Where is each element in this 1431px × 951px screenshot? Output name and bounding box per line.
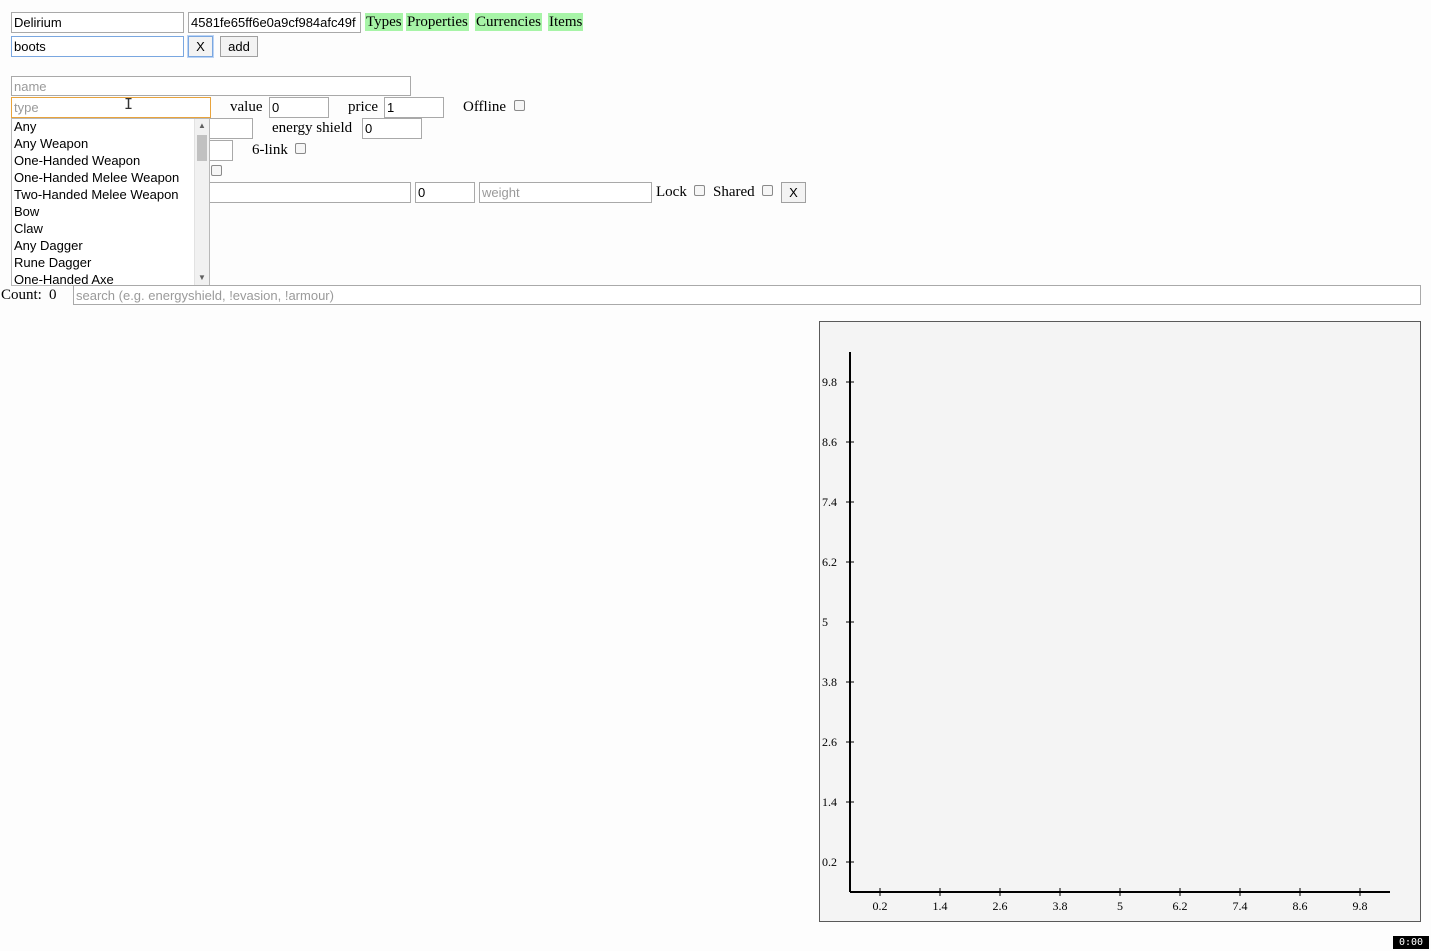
x-tick-label: 1.4 <box>933 899 948 913</box>
type-option[interactable]: One-Handed Melee Weapon <box>12 170 209 187</box>
remove-modifier-button[interactable]: X <box>781 182 806 203</box>
type-option[interactable]: Two-Handed Melee Weapon <box>12 187 209 204</box>
nav-properties-link[interactable]: Properties <box>406 13 469 31</box>
offline-checkbox[interactable] <box>514 100 525 111</box>
chart-svg: 0.2 1.4 2.6 3.8 5 6.2 7.4 8.6 9.8 0.2 1.4 2.6 3.8 5 6.… <box>822 352 1390 913</box>
x-tick-label: 9.8 <box>1353 899 1368 913</box>
type-option[interactable]: Bow <box>12 204 209 221</box>
y-tick-label: 8.6 <box>822 435 837 449</box>
nav-currencies-link[interactable]: Currencies <box>475 13 542 31</box>
weight-input[interactable] <box>479 182 652 203</box>
lock-label: Lock <box>656 184 687 200</box>
type-option[interactable]: One-Handed Axe <box>12 272 209 285</box>
profile-input[interactable] <box>11 36 184 57</box>
y-tick-label: 7.4 <box>822 495 837 509</box>
value-input[interactable] <box>269 97 329 118</box>
type-option[interactable]: Claw <box>12 221 209 238</box>
x-tick-label: 6.2 <box>1173 899 1188 913</box>
add-profile-button[interactable]: add <box>220 36 258 57</box>
scatter-chart: 0.2 1.4 2.6 3.8 5 6.2 7.4 8.6 9.8 0.2 1.4 2.6 3.8 5 6.… <box>819 321 1421 922</box>
y-tick-label: 3.8 <box>822 675 837 689</box>
energy-shield-label: energy shield <box>272 120 353 136</box>
x-tick-label: 2.6 <box>993 899 1008 913</box>
x-tick-label: 0.2 <box>873 899 888 913</box>
count-value: 0 <box>49 287 57 303</box>
y-tick-label: 1.4 <box>822 795 837 809</box>
session-id-input[interactable] <box>188 12 361 33</box>
nav-items-link[interactable]: Items <box>548 13 584 31</box>
price-label: price <box>348 99 378 115</box>
type-option[interactable]: Any Weapon <box>12 136 209 153</box>
hidden-option-checkbox[interactable] <box>211 165 222 176</box>
type-option[interactable]: Any <box>12 119 209 136</box>
league-input[interactable] <box>11 12 184 33</box>
lock-checkbox[interactable] <box>694 185 705 196</box>
y-tick-label: 6.2 <box>822 555 837 569</box>
x-tick-label: 5 <box>1117 899 1123 913</box>
x-tick-label: 3.8 <box>1053 899 1068 913</box>
type-dropdown-list[interactable]: Any Any Weapon One-Handed Weapon One-Han… <box>11 118 210 286</box>
type-input[interactable] <box>11 97 211 118</box>
name-input[interactable] <box>11 76 411 96</box>
modifier-value-input[interactable] <box>415 182 475 203</box>
modifier-input[interactable] <box>190 182 411 203</box>
energy-shield-input[interactable] <box>362 118 422 139</box>
shared-checkbox[interactable] <box>762 185 773 196</box>
count-label: Count: <box>1 287 42 303</box>
nav-types-link[interactable]: Types <box>365 13 403 31</box>
y-tick-label: 0.2 <box>822 855 837 869</box>
six-link-label: 6-link <box>252 142 288 158</box>
remove-profile-button[interactable]: X <box>188 36 213 57</box>
scrollbar-thumb[interactable] <box>197 135 207 161</box>
type-option[interactable]: One-Handed Weapon <box>12 153 209 170</box>
shared-label: Shared <box>713 184 755 200</box>
recording-timer: 0:00 <box>1393 936 1429 949</box>
price-input[interactable] <box>384 97 444 118</box>
dropdown-scrollbar[interactable]: ▲ ▼ <box>194 119 209 285</box>
x-tick-label: 7.4 <box>1233 899 1248 913</box>
six-link-checkbox[interactable] <box>295 143 306 154</box>
value-label: value <box>230 99 263 115</box>
y-tick-label: 5 <box>822 615 828 629</box>
type-option[interactable]: Rune Dagger <box>12 255 209 272</box>
search-input[interactable] <box>73 285 1421 305</box>
offline-label: Offline <box>463 99 507 115</box>
y-tick-label: 9.8 <box>822 375 837 389</box>
scroll-up-icon[interactable]: ▲ <box>195 119 209 133</box>
y-tick-label: 2.6 <box>822 735 837 749</box>
x-tick-label: 8.6 <box>1293 899 1308 913</box>
scroll-down-icon[interactable]: ▼ <box>195 271 209 285</box>
type-option[interactable]: Any Dagger <box>12 238 209 255</box>
text-cursor-icon: I <box>124 95 134 113</box>
